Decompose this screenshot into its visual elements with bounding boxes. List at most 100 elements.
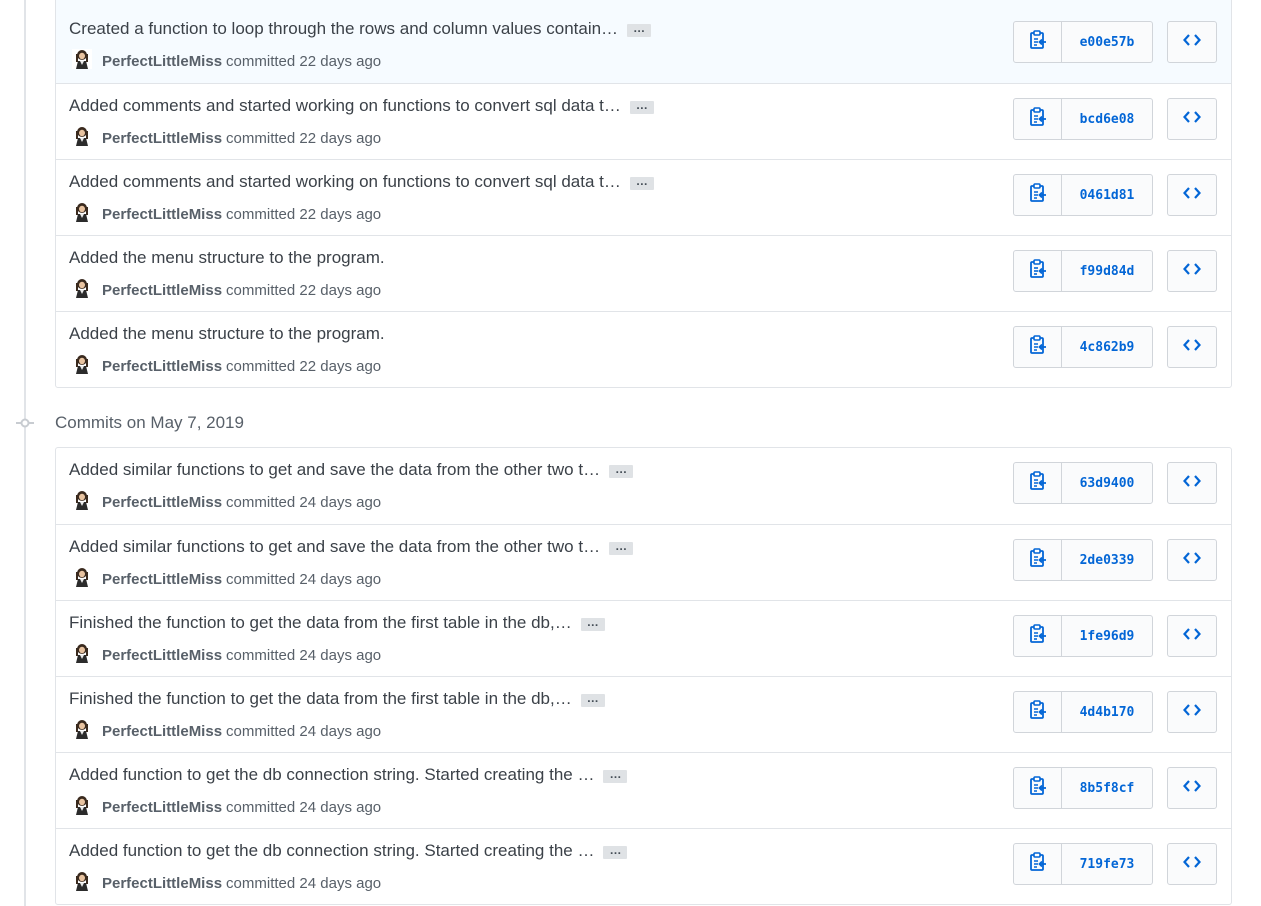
commit-action-text: committed bbox=[226, 281, 296, 299]
commit-meta: PerfectLittleMiss committed 24 days ago bbox=[72, 719, 382, 741]
commit-sha-group: bcd6e08 bbox=[1013, 98, 1153, 140]
commit-sha-link[interactable]: 8b5f8cf bbox=[1062, 768, 1152, 808]
commit-relative-time: 24 days ago bbox=[299, 874, 382, 892]
browse-repo-at-commit-button[interactable] bbox=[1167, 767, 1217, 809]
commit-row: Added comments and started working on fu… bbox=[56, 159, 1231, 235]
commit-message-link[interactable]: Finished the function to get the data fr… bbox=[69, 613, 572, 633]
commit-message-link[interactable]: Added similar functions to get and save … bbox=[69, 460, 600, 480]
commit-message-link[interactable]: Added function to get the db connection … bbox=[69, 765, 594, 785]
commit-relative-time: 22 days ago bbox=[299, 205, 382, 223]
avatar[interactable] bbox=[72, 719, 92, 739]
clippy-icon bbox=[1029, 258, 1047, 284]
commit-sha-link[interactable]: 4c862b9 bbox=[1062, 327, 1152, 367]
expand-message-button[interactable]: … bbox=[609, 463, 634, 478]
commit-author-link[interactable]: PerfectLittleMiss bbox=[102, 571, 222, 588]
commit-author-link[interactable]: PerfectLittleMiss bbox=[102, 494, 222, 511]
commit-sha-link[interactable]: e00e57b bbox=[1062, 22, 1152, 62]
browse-repo-at-commit-button[interactable] bbox=[1167, 98, 1217, 140]
commit-meta: PerfectLittleMiss committed 22 days ago bbox=[72, 278, 381, 300]
commit-sha-link[interactable]: f99d84d bbox=[1062, 251, 1152, 291]
browse-repo-at-commit-button[interactable] bbox=[1167, 843, 1217, 885]
commit-author-link[interactable]: PerfectLittleMiss bbox=[102, 647, 222, 664]
commit-sha-link[interactable]: 0461d81 bbox=[1062, 175, 1152, 215]
commit-author-link[interactable]: PerfectLittleMiss bbox=[102, 130, 222, 147]
avatar[interactable] bbox=[72, 49, 92, 69]
commit-title: Added comments and started working on fu… bbox=[69, 172, 654, 192]
copy-sha-button[interactable] bbox=[1014, 251, 1062, 291]
copy-sha-button[interactable] bbox=[1014, 768, 1062, 808]
avatar[interactable] bbox=[72, 871, 92, 891]
expand-message-button[interactable]: … bbox=[603, 768, 628, 783]
avatar[interactable] bbox=[72, 567, 92, 587]
browse-repo-at-commit-button[interactable] bbox=[1167, 326, 1217, 368]
commit-author-link[interactable]: PerfectLittleMiss bbox=[102, 206, 222, 223]
commit-sha-group: 1fe96d9 bbox=[1013, 615, 1153, 657]
commit-message-link[interactable]: Added the menu structure to the program. bbox=[69, 248, 385, 268]
copy-sha-button[interactable] bbox=[1014, 692, 1062, 732]
copy-sha-button[interactable] bbox=[1014, 175, 1062, 215]
commit-message-link[interactable]: Added comments and started working on fu… bbox=[69, 172, 621, 192]
copy-sha-button[interactable] bbox=[1014, 327, 1062, 367]
expand-message-button[interactable]: … bbox=[603, 844, 628, 859]
commit-row: Added comments and started working on fu… bbox=[56, 83, 1231, 159]
browse-repo-at-commit-button[interactable] bbox=[1167, 539, 1217, 581]
avatar[interactable] bbox=[72, 490, 92, 510]
commit-message-link[interactable]: Added function to get the db connection … bbox=[69, 841, 594, 861]
code-icon bbox=[1183, 33, 1201, 52]
clippy-icon bbox=[1029, 106, 1047, 132]
code-icon bbox=[1183, 338, 1201, 357]
expand-message-button[interactable]: … bbox=[580, 692, 605, 707]
commit-row: Created a function to loop through the r… bbox=[56, 0, 1231, 83]
commit-message-link[interactable]: Added similar functions to get and save … bbox=[69, 537, 600, 557]
commit-sha-link[interactable]: 719fe73 bbox=[1062, 844, 1152, 884]
browse-repo-at-commit-button[interactable] bbox=[1167, 691, 1217, 733]
commit-author-link[interactable]: PerfectLittleMiss bbox=[102, 282, 222, 299]
commit-sha-link[interactable]: 4d4b170 bbox=[1062, 692, 1152, 732]
avatar[interactable] bbox=[72, 278, 92, 298]
commit-sha-link[interactable]: 1fe96d9 bbox=[1062, 616, 1152, 656]
commit-action-text: committed bbox=[226, 874, 296, 892]
avatar[interactable] bbox=[72, 354, 92, 374]
commit-sha-link[interactable]: 2de0339 bbox=[1062, 540, 1152, 580]
copy-sha-button[interactable] bbox=[1014, 463, 1062, 503]
avatar[interactable] bbox=[72, 202, 92, 222]
commit-author-link[interactable]: PerfectLittleMiss bbox=[102, 723, 222, 740]
commit-author-link[interactable]: PerfectLittleMiss bbox=[102, 875, 222, 892]
commit-sha-group: f99d84d bbox=[1013, 250, 1153, 292]
commit-author-link[interactable]: PerfectLittleMiss bbox=[102, 53, 222, 70]
copy-sha-button[interactable] bbox=[1014, 22, 1062, 62]
browse-repo-at-commit-button[interactable] bbox=[1167, 174, 1217, 216]
commit-message-link[interactable]: Added the menu structure to the program. bbox=[69, 324, 385, 344]
copy-sha-button[interactable] bbox=[1014, 540, 1062, 580]
commit-author-link[interactable]: PerfectLittleMiss bbox=[102, 358, 222, 375]
browse-repo-at-commit-button[interactable] bbox=[1167, 462, 1217, 504]
browse-repo-at-commit-button[interactable] bbox=[1167, 615, 1217, 657]
commit-row: Added similar functions to get and save … bbox=[56, 524, 1231, 600]
commit-sha-link[interactable]: bcd6e08 bbox=[1062, 99, 1152, 139]
browse-repo-at-commit-button[interactable] bbox=[1167, 250, 1217, 292]
copy-sha-button[interactable] bbox=[1014, 616, 1062, 656]
expand-message-button[interactable]: … bbox=[627, 22, 652, 37]
commit-sha-link[interactable]: 63d9400 bbox=[1062, 463, 1152, 503]
commit-title: Created a function to loop through the r… bbox=[69, 19, 652, 39]
copy-sha-button[interactable] bbox=[1014, 99, 1062, 139]
commit-relative-time: 24 days ago bbox=[299, 722, 382, 740]
commit-message-link[interactable]: Finished the function to get the data fr… bbox=[69, 689, 572, 709]
commit-message-link[interactable]: Created a function to loop through the r… bbox=[69, 19, 618, 39]
expand-message-button[interactable]: … bbox=[629, 99, 654, 114]
commit-meta: PerfectLittleMiss committed 24 days ago bbox=[72, 490, 381, 512]
avatar[interactable] bbox=[72, 795, 92, 815]
commit-author-link[interactable]: PerfectLittleMiss bbox=[102, 799, 222, 816]
copy-sha-button[interactable] bbox=[1014, 844, 1062, 884]
browse-repo-at-commit-button[interactable] bbox=[1167, 21, 1217, 63]
commit-message-link[interactable]: Added comments and started working on fu… bbox=[69, 96, 621, 116]
avatar[interactable] bbox=[72, 643, 92, 663]
commit-sha-group: 2de0339 bbox=[1013, 539, 1153, 581]
commit-meta: PerfectLittleMiss committed 24 days ago bbox=[72, 643, 381, 665]
expand-message-button[interactable]: … bbox=[609, 540, 634, 555]
expand-message-button[interactable]: … bbox=[580, 616, 605, 631]
expand-message-button[interactable]: … bbox=[629, 175, 654, 190]
avatar[interactable] bbox=[72, 126, 92, 146]
commit-row: Added the menu structure to the program.… bbox=[56, 235, 1231, 311]
commit-title: Added the menu structure to the program. bbox=[69, 248, 385, 268]
